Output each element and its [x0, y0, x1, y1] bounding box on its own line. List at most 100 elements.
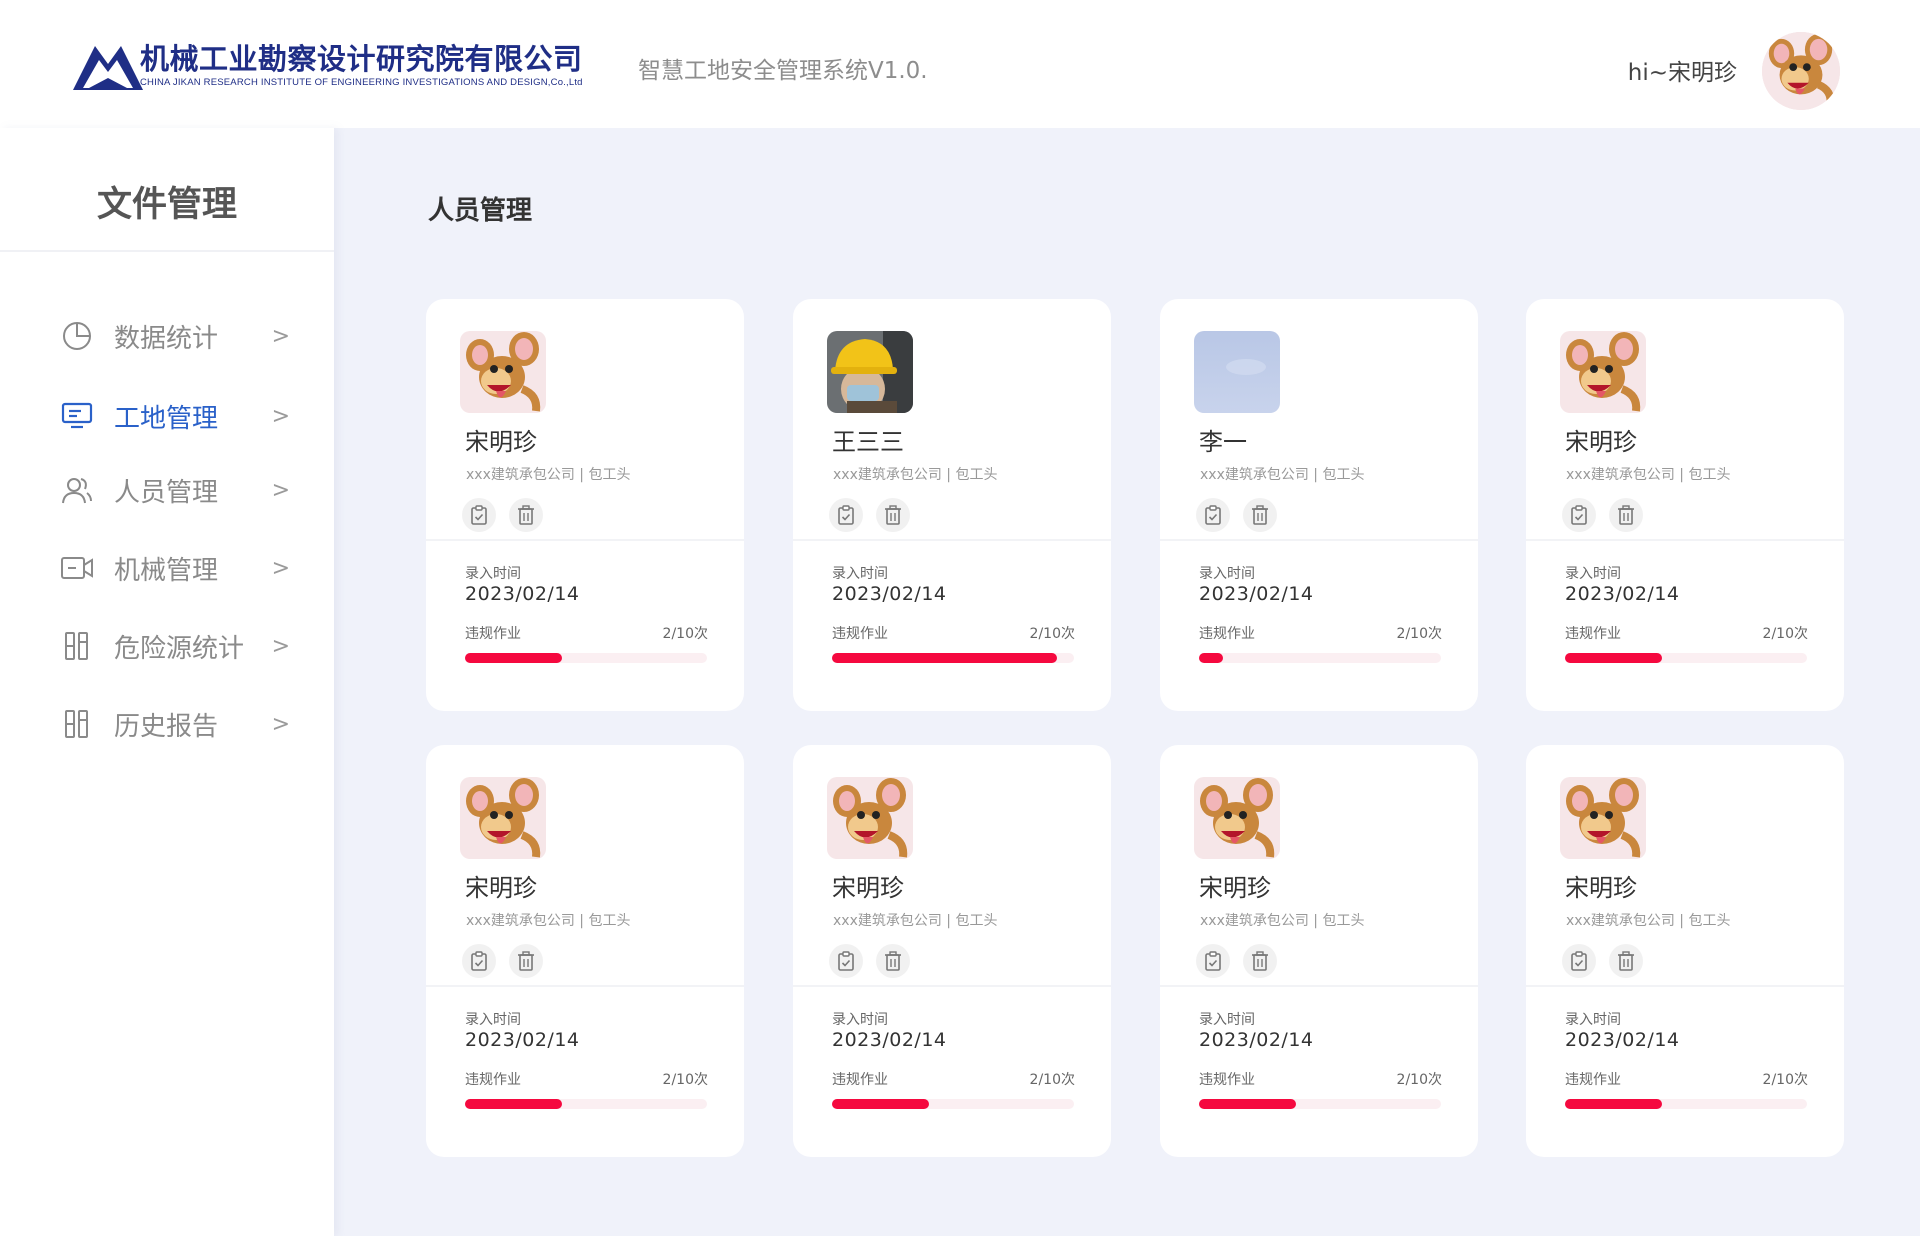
person-avatar [1560, 331, 1646, 413]
top-header: 机械工业勘察设计研究院有限公司 CHINA JIKAN RESEARCH INS… [0, 0, 1920, 128]
person-name: 李一 [1199, 428, 1247, 456]
sidebar-item-site-management[interactable]: 工地管理 > [60, 388, 290, 444]
chevron-right-icon: > [271, 711, 290, 737]
personnel-card[interactable]: 宋明珍 xxx建筑承包公司 | 包工头 录入时间 2023/02/14 违规作业 2/10… [1160, 745, 1478, 1157]
person-avatar [460, 331, 546, 413]
violation-progress-fill [465, 653, 562, 663]
columns-icon [60, 629, 94, 663]
cartoon-mouse-avatar-icon [1762, 32, 1840, 110]
sidebar-item-history-report[interactable]: 历史报告 > [60, 696, 290, 752]
violation-progress-fill [832, 1099, 929, 1109]
card-divider [1526, 985, 1844, 987]
delete-button[interactable] [1609, 944, 1643, 978]
trash-icon [1251, 505, 1269, 525]
delete-button[interactable] [876, 944, 910, 978]
delete-button[interactable] [509, 944, 543, 978]
columns-icon [60, 707, 94, 741]
violation-count: 2/10次 [1396, 1072, 1442, 1088]
violation-label: 违规作业 [1565, 626, 1621, 642]
violation-label: 违规作业 [832, 626, 888, 642]
trash-icon [884, 951, 902, 971]
violation-progress-fill [465, 1099, 562, 1109]
violation-label: 违规作业 [1565, 1072, 1621, 1088]
entry-time-label: 录入时间 [1565, 1012, 1621, 1028]
violation-count: 2/10次 [1762, 626, 1808, 642]
person-company-role: xxx建筑承包公司 | 包工头 [833, 467, 998, 483]
clipboard-check-button[interactable] [462, 498, 496, 532]
violation-label: 违规作业 [832, 1072, 888, 1088]
delete-button[interactable] [509, 498, 543, 532]
system-name: 智慧工地安全管理系统V1.0. [638, 58, 928, 84]
clipboard-check-icon [1570, 505, 1588, 525]
delete-button[interactable] [876, 498, 910, 532]
personnel-card[interactable]: 宋明珍 xxx建筑承包公司 | 包工头 录入时间 2023/02/14 违规作业 2/10… [426, 299, 744, 711]
trash-icon [517, 505, 535, 525]
violation-label: 违规作业 [465, 1072, 521, 1088]
trash-icon [1617, 505, 1635, 525]
sidebar-item-label: 数据统计 [114, 323, 219, 354]
personnel-card[interactable]: 宋明珍 xxx建筑承包公司 | 包工头 录入时间 2023/02/14 违规作业 2/10… [1526, 299, 1844, 711]
sidebar: 文件管理 数据统计 > 工地管理 > 人员管理 > 机械管理 > 危险源统计 > [0, 128, 334, 1236]
clipboard-check-icon [1570, 951, 1588, 971]
entry-time-label: 录入时间 [1565, 566, 1621, 582]
clipboard-check-button[interactable] [1196, 944, 1230, 978]
sidebar-item-personnel-management[interactable]: 人员管理 > [60, 462, 290, 518]
clipboard-check-icon [837, 951, 855, 971]
trash-icon [1617, 951, 1635, 971]
user-greeting: hi~宋明珍 [1627, 60, 1737, 86]
person-company-role: xxx建筑承包公司 | 包工头 [1200, 467, 1365, 483]
person-company-role: xxx建筑承包公司 | 包工头 [1566, 467, 1731, 483]
company-name-en: CHINA JIKAN RESEARCH INSTITUTE OF ENGINE… [140, 77, 583, 88]
violation-progress-fill [1565, 653, 1662, 663]
chevron-right-icon: > [271, 323, 290, 349]
violation-count: 2/10次 [662, 1072, 708, 1088]
sidebar-title: 文件管理 [0, 128, 334, 252]
sidebar-item-data-statistics[interactable]: 数据统计 > [60, 308, 290, 364]
violation-progress-bar [1199, 1099, 1441, 1109]
delete-button[interactable] [1243, 498, 1277, 532]
main-content: 人员管理 宋明珍 xxx建筑承包公司 | 包工头 录入时间 2023/02/14 违规作… [334, 128, 1920, 1236]
delete-button[interactable] [1609, 498, 1643, 532]
personnel-card[interactable]: 王三三 xxx建筑承包公司 | 包工头 录入时间 2023/02/14 违规作业 2/10… [793, 299, 1111, 711]
delete-button[interactable] [1243, 944, 1277, 978]
personnel-card[interactable]: 宋明珍 xxx建筑承包公司 | 包工头 录入时间 2023/02/14 违规作业 2/10… [426, 745, 744, 1157]
sidebar-item-machinery-management[interactable]: 机械管理 > [60, 540, 290, 596]
personnel-card[interactable]: 宋明珍 xxx建筑承包公司 | 包工头 录入时间 2023/02/14 违规作业 2/10… [793, 745, 1111, 1157]
violation-label: 违规作业 [1199, 626, 1255, 642]
violation-count: 2/10次 [1762, 1072, 1808, 1088]
person-avatar [1194, 331, 1280, 413]
clipboard-check-button[interactable] [1562, 498, 1596, 532]
person-name: 宋明珍 [1199, 874, 1271, 902]
personnel-card[interactable]: 宋明珍 xxx建筑承包公司 | 包工头 录入时间 2023/02/14 违规作业 2/10… [1526, 745, 1844, 1157]
entry-time-label: 录入时间 [465, 566, 521, 582]
clipboard-check-button[interactable] [829, 944, 863, 978]
entry-date: 2023/02/14 [1199, 1029, 1314, 1051]
person-avatar [1560, 777, 1646, 859]
card-divider [1160, 539, 1478, 541]
chevron-right-icon: > [271, 403, 290, 429]
person-name: 宋明珍 [465, 874, 537, 902]
entry-time-label: 录入时间 [832, 566, 888, 582]
entry-time-label: 录入时间 [465, 1012, 521, 1028]
clipboard-check-button[interactable] [462, 944, 496, 978]
user-avatar[interactable] [1762, 32, 1840, 110]
clipboard-check-button[interactable] [1196, 498, 1230, 532]
sidebar-item-hazard-statistics[interactable]: 危险源统计 > [60, 618, 290, 674]
clipboard-check-button[interactable] [1562, 944, 1596, 978]
clipboard-check-button[interactable] [829, 498, 863, 532]
violation-progress-bar [465, 1099, 707, 1109]
card-divider [1526, 539, 1844, 541]
entry-date: 2023/02/14 [1565, 1029, 1680, 1051]
monitor-icon [60, 399, 94, 433]
personnel-card[interactable]: 李一 xxx建筑承包公司 | 包工头 录入时间 2023/02/14 违规作业 2/10次 [1160, 299, 1478, 711]
violation-progress-bar [832, 653, 1074, 663]
person-company-role: xxx建筑承包公司 | 包工头 [466, 913, 631, 929]
violation-progress-bar [465, 653, 707, 663]
company-logo-icon [73, 46, 143, 90]
violation-progress-bar [1565, 653, 1807, 663]
sidebar-item-label: 人员管理 [114, 477, 219, 508]
person-name: 宋明珍 [1565, 428, 1637, 456]
clipboard-check-icon [1204, 505, 1222, 525]
clipboard-check-icon [470, 505, 488, 525]
clipboard-check-icon [837, 505, 855, 525]
